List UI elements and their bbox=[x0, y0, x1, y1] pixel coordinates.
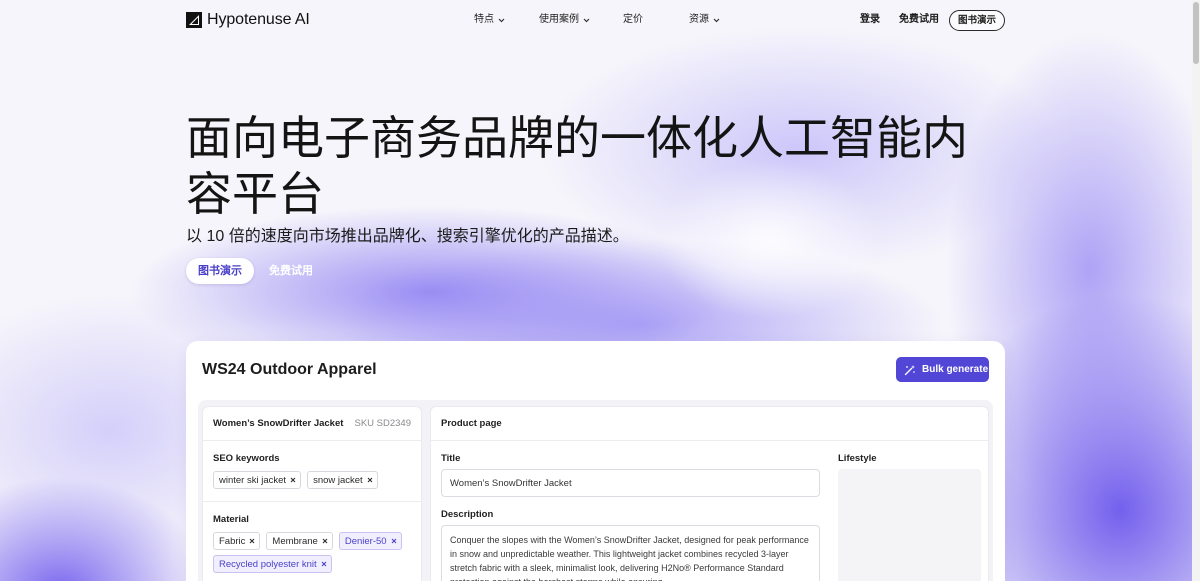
hero-subtitle: 以 10 倍的速度向市场推出品牌化、搜索引擎优化的产品描述。 bbox=[186, 228, 629, 245]
close-icon[interactable] bbox=[367, 477, 373, 483]
free-trial-link[interactable]: 免费试用 bbox=[899, 14, 939, 26]
tag-text: winter ski jacket bbox=[219, 474, 287, 486]
nav-item-label: 资源 bbox=[689, 14, 709, 25]
landing-page: Hypotenuse AI 特点 使用案例 定价 资源 登录 免费试用 图书演示… bbox=[0, 0, 1200, 581]
lifestyle-image-placeholder bbox=[838, 469, 981, 581]
project-title: WS24 Outdoor Apparel bbox=[202, 361, 377, 378]
hero-title: 面向电子商务品牌的一体化人工智能内容平台 bbox=[186, 112, 968, 220]
hypotenuse-logo-icon bbox=[186, 12, 202, 28]
logo[interactable]: Hypotenuse AI bbox=[186, 11, 310, 29]
tag-text: Denier-50 bbox=[344, 535, 387, 547]
product-name: Women’s SnowDrifter Jacket bbox=[213, 418, 344, 429]
scrollbar-thumb[interactable] bbox=[1193, 2, 1199, 64]
magic-wand-icon bbox=[904, 364, 916, 376]
section-label: SEO keywords bbox=[213, 453, 280, 464]
product-sku: SKU SD2349 bbox=[354, 418, 411, 429]
chevron-down-icon bbox=[583, 18, 590, 23]
tag-text: Fabric bbox=[219, 535, 246, 547]
panel-title: Product page bbox=[441, 418, 502, 429]
hero-free-trial-link[interactable]: 免费试用 bbox=[269, 258, 313, 284]
material-tag[interactable]: Fabric bbox=[213, 532, 261, 550]
tag-text: snow jacket bbox=[313, 474, 363, 486]
material-tag[interactable]: Denier-50 bbox=[338, 532, 402, 550]
section-label: Material bbox=[213, 514, 249, 525]
keyword-tag[interactable]: winter ski jacket bbox=[213, 471, 302, 489]
material-tag[interactable]: Membrane bbox=[266, 532, 333, 550]
tag-text: Recycled polyester knit bbox=[219, 558, 317, 570]
tag-text: Membrane bbox=[272, 535, 318, 547]
description-label: Description bbox=[441, 509, 494, 520]
product-page-header: Product page bbox=[431, 407, 988, 441]
hero-book-demo-button[interactable]: 图书演示 bbox=[186, 258, 254, 284]
bulk-generate-button[interactable]: Bulk generate bbox=[896, 357, 989, 382]
keyword-tag[interactable]: snow jacket bbox=[307, 471, 378, 489]
product-demo-card: WS24 Outdoor Apparel Bulk generate Women… bbox=[186, 341, 1005, 581]
tag-list: winter ski jacket snow jacket bbox=[213, 471, 411, 489]
product-attributes-panel: Women’s SnowDrifter Jacket SKU SD2349 SE… bbox=[202, 406, 422, 581]
chevron-down-icon bbox=[498, 18, 505, 23]
nav-item-label: 特点 bbox=[474, 14, 494, 25]
nav-item-resources[interactable]: 资源 bbox=[689, 14, 720, 26]
nav-item-features[interactable]: 特点 bbox=[474, 14, 505, 26]
nav-item-label: 定价 bbox=[623, 14, 643, 25]
book-demo-button[interactable]: 图书演示 bbox=[949, 10, 1005, 31]
product-page-panel: Product page Title Description Conquer t… bbox=[430, 406, 989, 581]
nav-item-pricing[interactable]: 定价 bbox=[623, 14, 643, 26]
close-icon[interactable] bbox=[322, 538, 328, 544]
material-tag[interactable]: Recycled polyester knit bbox=[213, 555, 332, 573]
close-icon[interactable] bbox=[321, 561, 327, 567]
lifestyle-label: Lifestyle bbox=[838, 453, 877, 464]
nav-item-label: 使用案例 bbox=[539, 14, 579, 25]
close-icon[interactable] bbox=[249, 538, 255, 544]
title-label: Title bbox=[441, 453, 461, 464]
title-field[interactable] bbox=[441, 469, 820, 497]
chevron-down-icon bbox=[713, 18, 720, 23]
logo-text: Hypotenuse AI bbox=[207, 11, 310, 28]
material-section: Material Fabric Membrane Denier-50 Recyc… bbox=[203, 502, 421, 581]
tag-list: Fabric Membrane Denier-50 Recycled polye… bbox=[213, 532, 411, 573]
product-header: Women’s SnowDrifter Jacket SKU SD2349 bbox=[203, 407, 421, 441]
login-link[interactable]: 登录 bbox=[860, 14, 880, 26]
page-scrollbar[interactable] bbox=[1192, 0, 1200, 581]
close-icon[interactable] bbox=[290, 477, 296, 483]
description-field[interactable]: Conquer the slopes with the Women’s Snow… bbox=[441, 525, 820, 581]
seo-keywords-section: SEO keywords winter ski jacket snow jack… bbox=[203, 441, 421, 502]
close-icon[interactable] bbox=[391, 538, 397, 544]
bulk-generate-label: Bulk generate bbox=[922, 364, 989, 375]
nav-item-use-cases[interactable]: 使用案例 bbox=[539, 14, 590, 26]
